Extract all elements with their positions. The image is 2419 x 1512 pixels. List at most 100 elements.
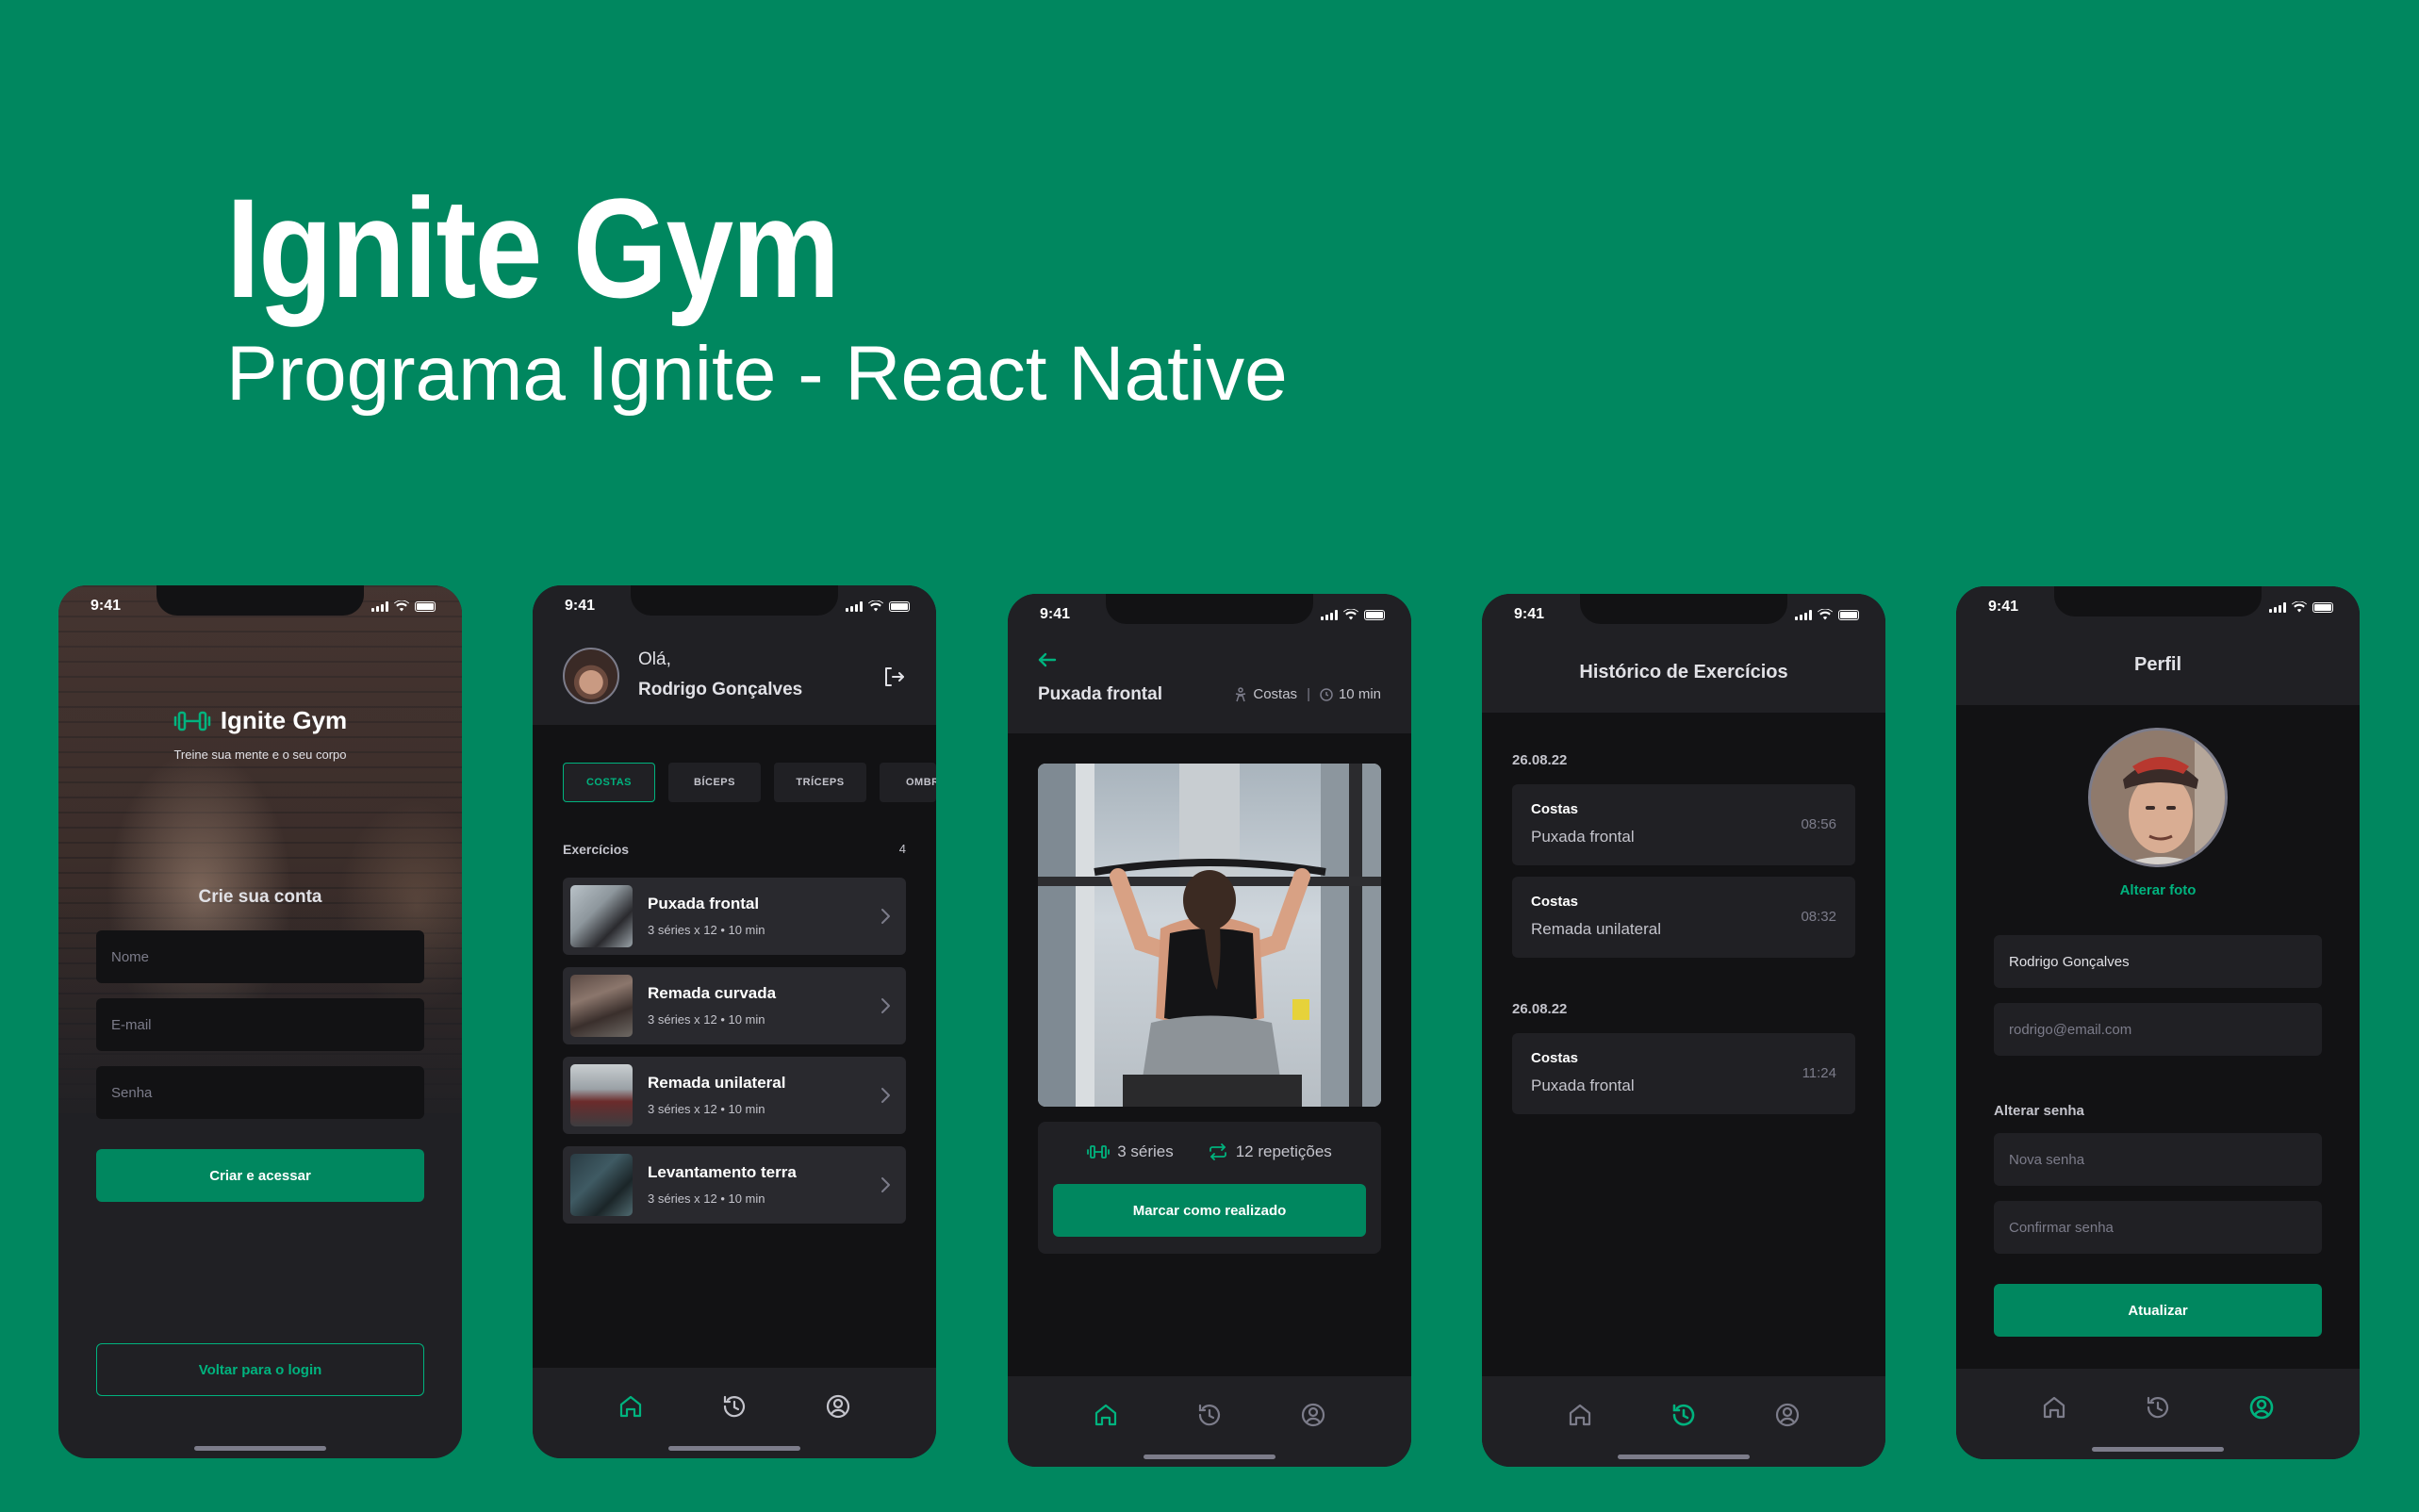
- tab-bar: [1956, 1369, 2360, 1459]
- exercise-card[interactable]: Puxada frontal 3 séries x 12 • 10 min: [563, 878, 906, 955]
- email-input[interactable]: E-mail: [96, 998, 424, 1051]
- exercise-duration: 10 min: [1338, 686, 1381, 702]
- home-indicator: [1144, 1454, 1275, 1459]
- tab-home[interactable]: [2038, 1393, 2070, 1425]
- tab-home[interactable]: [1564, 1401, 1596, 1433]
- history-card: Costas Remada unilateral 08:32: [1512, 877, 1855, 958]
- avatar-photo: [2091, 731, 2225, 864]
- exercise-card[interactable]: Levantamento terra 3 séries x 12 • 10 mi…: [563, 1146, 906, 1224]
- signal-icon: [846, 600, 863, 612]
- history-card: Costas Puxada frontal 11:24: [1512, 1033, 1855, 1114]
- avatar[interactable]: [563, 648, 619, 704]
- history-card: Costas Puxada frontal 08:56: [1512, 784, 1855, 865]
- change-photo-link[interactable]: Alterar foto: [1956, 882, 2360, 898]
- tab-home[interactable]: [615, 1392, 647, 1424]
- exercise-stats-card: 3 séries 12 repetições Marcar como reali…: [1038, 1122, 1381, 1254]
- update-button[interactable]: Atualizar: [1994, 1284, 2322, 1337]
- home-icon: [1094, 1404, 1117, 1426]
- history-exercise: Remada unilateral: [1531, 920, 1661, 938]
- history-exercise: Puxada frontal: [1531, 1076, 1635, 1094]
- exercise-list-header: Exercícios 4: [563, 842, 906, 857]
- clock-icon: [1320, 687, 1333, 701]
- tab-bar: [1482, 1376, 1885, 1467]
- tab-profile[interactable]: [1771, 1401, 1803, 1433]
- profile-avatar: [2088, 728, 2228, 867]
- status-time: 9:41: [565, 598, 596, 614]
- phone-history: 9:41 Histórico de Exercícios 26.08.22 Co…: [1482, 594, 1885, 1467]
- tab-history[interactable]: [718, 1392, 750, 1424]
- profile-icon: [1301, 1403, 1325, 1427]
- mark-done-button[interactable]: Marcar como realizado: [1053, 1184, 1366, 1237]
- phone-signup: 9:41 Ignite Gym Treine sua mente e o seu…: [58, 585, 462, 1458]
- page-title: Histórico de Exercícios: [1579, 662, 1788, 682]
- exercise-card[interactable]: Remada curvada 3 séries x 12 • 10 min: [563, 967, 906, 1044]
- create-account-button[interactable]: Criar e acessar: [96, 1149, 424, 1202]
- tab-home[interactable]: [1090, 1401, 1122, 1433]
- exercise-thumbnail: [570, 1154, 633, 1216]
- exercise-meta: 3 séries x 12 • 10 min: [648, 923, 765, 937]
- signal-icon: [2269, 601, 2286, 613]
- tab-bar: [1008, 1376, 1411, 1467]
- home-icon: [619, 1395, 642, 1418]
- exercise-name: Remada curvada: [648, 984, 777, 1002]
- exercise-meta: 3 séries x 12 • 10 min: [648, 1102, 765, 1116]
- name-input[interactable]: Rodrigo Gonçalves: [1994, 935, 2322, 988]
- tab-history[interactable]: [1193, 1401, 1226, 1433]
- exercise-illustration: [1038, 764, 1381, 1107]
- group-tab-costas[interactable]: COSTAS: [563, 763, 655, 802]
- home-icon: [1569, 1404, 1591, 1426]
- wifi-icon: [2292, 601, 2307, 613]
- tab-profile[interactable]: [1297, 1401, 1329, 1433]
- status-time: 9:41: [1040, 606, 1071, 622]
- logo: Ignite Gym: [58, 706, 462, 735]
- email-field: rodrigo@email.com: [1994, 1003, 2322, 1056]
- hero-title: Ignite Gym: [226, 169, 840, 327]
- group-tab-triceps[interactable]: TRÍCEPS: [774, 763, 866, 802]
- exercise-title: Puxada frontal: [1038, 684, 1162, 704]
- home-icon: [2043, 1396, 2065, 1419]
- tab-history[interactable]: [1668, 1401, 1700, 1433]
- name-input[interactable]: Nome: [96, 930, 424, 983]
- wifi-icon: [1818, 609, 1833, 620]
- tagline: Treine sua mente e o seu corpo: [173, 748, 347, 762]
- exercise-card[interactable]: Remada unilateral 3 séries x 12 • 10 min: [563, 1057, 906, 1134]
- confirm-password-input[interactable]: Confirmar senha: [1994, 1201, 2322, 1254]
- exercise-thumbnail: [570, 885, 633, 947]
- chevron-right-icon: [881, 1177, 890, 1192]
- group-tab-ombro[interactable]: OMBR: [880, 763, 936, 802]
- greeting: Olá,: [638, 649, 671, 669]
- exercise-count: 4: [898, 842, 906, 856]
- tab-history[interactable]: [2142, 1393, 2174, 1425]
- hero-subtitle: Programa Ignite - React Native: [226, 331, 1288, 417]
- user-name: Rodrigo Gonçalves: [638, 680, 803, 699]
- phone-exercise-detail: 9:41 Puxada frontal Costas | 10 min 3 sé…: [1008, 594, 1411, 1467]
- history-icon: [2147, 1396, 2169, 1419]
- history-date: 26.08.22: [1512, 1001, 1568, 1017]
- password-input[interactable]: Senha: [96, 1066, 424, 1119]
- arrow-left-icon[interactable]: [1034, 647, 1061, 673]
- dumbbell-icon: [173, 711, 211, 731]
- repetitions-icon: [1209, 1143, 1226, 1160]
- wifi-icon: [868, 600, 883, 612]
- chevron-right-icon: [881, 1088, 890, 1103]
- back-to-login-button[interactable]: Voltar para o login: [96, 1343, 424, 1396]
- logout-icon[interactable]: [881, 665, 906, 689]
- new-password-input[interactable]: Nova senha: [1994, 1133, 2322, 1186]
- history-group: Costas: [1531, 1050, 1579, 1066]
- exercise-name: Remada unilateral: [648, 1074, 786, 1092]
- group-tab-biceps[interactable]: BÍCEPS: [668, 763, 761, 802]
- tab-profile[interactable]: [822, 1392, 854, 1424]
- history-group: Costas: [1531, 801, 1579, 817]
- home-indicator: [2092, 1447, 2224, 1452]
- signup-heading: Crie sua conta: [198, 887, 322, 907]
- history-icon: [1198, 1404, 1221, 1426]
- signal-icon: [1321, 609, 1338, 620]
- exercise-photo: [1038, 764, 1381, 1107]
- history-time: 08:32: [1801, 909, 1836, 925]
- profile-icon: [2249, 1395, 2274, 1420]
- status-bar: 9:41: [1956, 586, 2360, 628]
- tab-profile[interactable]: [2246, 1393, 2278, 1425]
- exercise-name: Puxada frontal: [648, 895, 760, 912]
- profile-icon: [826, 1394, 850, 1419]
- home-indicator: [668, 1446, 800, 1451]
